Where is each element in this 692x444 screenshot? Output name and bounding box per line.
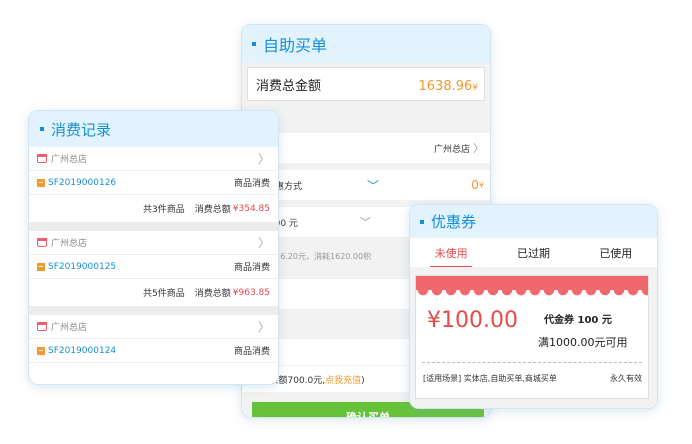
record-store-row[interactable]: 广州总店 〉: [29, 315, 278, 339]
store-icon: [37, 322, 47, 331]
store-value: 广州总店: [433, 144, 470, 155]
record-count: 共3件商品: [143, 205, 185, 215]
coupon-value: ¥100.00: [427, 308, 518, 333]
record-store-row[interactable]: 广州总店 〉: [29, 231, 278, 255]
order-icon: [37, 346, 45, 355]
header-bullet-icon: [420, 219, 424, 224]
discount-method-row[interactable]: 选择优惠方式 ﹀ 0¥: [242, 170, 490, 200]
record-total-label: 消费总额: [194, 289, 231, 299]
coupon-list: ¥100.00 代金券 100 元 满1000.00元可用 [适用场景] 实体店…: [410, 267, 657, 408]
record-type: 商品消费: [233, 263, 270, 273]
store-select-row[interactable]: 店 广州总店〉: [242, 133, 490, 163]
chevron-right-icon: 〉: [257, 152, 270, 166]
record-divider: [29, 222, 278, 231]
yen-sign: ¥: [472, 82, 478, 93]
record-type: 商品消费: [233, 179, 270, 189]
records-header: 消费记录: [29, 111, 278, 147]
record-divider: [29, 306, 278, 315]
coupon-item[interactable]: ¥100.00 代金券 100 元 满1000.00元可用 [适用场景] 实体店…: [415, 275, 649, 399]
total-amount-row: 消费总金额 1638.96¥: [247, 67, 485, 101]
record-store-name: 广州总店: [51, 323, 88, 333]
coupon-top-band: [416, 276, 648, 290]
total-amount-value-wrap: 1638.96¥: [419, 75, 479, 94]
coupon-tabs: 未使用 已过期 已使用: [410, 238, 657, 267]
record-item[interactable]: 广州总店 〉 SF2019000124 商品消费: [29, 315, 278, 363]
coupon-scallop-edge: [416, 290, 648, 298]
record-summary-row: 共5件商品 消费总额 ¥963.85: [29, 279, 278, 306]
tab-unused[interactable]: 未使用: [410, 238, 492, 267]
coupon-validity: 永久有效: [610, 374, 642, 383]
record-order-row: SF2019000125 商品消费: [29, 255, 278, 279]
records-title: 消费记录: [51, 120, 112, 139]
chevron-right-icon: 〉: [257, 236, 270, 250]
record-count: 共5件商品: [143, 289, 185, 299]
header-bullet-icon: [40, 127, 44, 131]
coupon-condition: 满1000.00元可用: [538, 336, 628, 349]
record-order-row: SF2019000124 商品消费: [29, 339, 278, 363]
chevron-right-icon: 〉: [257, 320, 270, 334]
chevron-right-icon: 〉: [473, 142, 484, 155]
store-icon: [37, 154, 47, 163]
record-item[interactable]: 广州总店 〉 SF2019000126 商品消费 共3件商品 消费总额 ¥354…: [29, 147, 278, 222]
coupons-header: 优惠券: [410, 205, 657, 238]
consumption-records-card: 消费记录 广州总店 〉 SF2019000126 商品消费 共3件商品 消费总额…: [28, 110, 279, 385]
self-pay-header: 自助买单: [242, 25, 490, 63]
discount-method-value: 0: [471, 178, 479, 192]
coupons-card: 优惠券 未使用 已过期 已使用 ¥100.00 代金券 100 元 满1000.…: [409, 204, 658, 409]
total-amount-value: 1638.96: [418, 78, 473, 94]
chevron-down-icon[interactable]: ﹀: [360, 214, 371, 230]
balance-text-end: ): [361, 375, 365, 386]
total-amount-label: 消费总金额: [256, 78, 322, 94]
coupon-divider: [422, 362, 642, 363]
record-amount: ¥963.85: [232, 287, 270, 298]
coupons-title: 优惠券: [431, 213, 477, 231]
chevron-down-icon[interactable]: ﹀: [367, 177, 379, 194]
record-order-no: SF2019000124: [48, 345, 117, 356]
order-icon: [37, 178, 45, 187]
recharge-link[interactable]: 点我充值: [325, 376, 361, 386]
record-store-name: 广州总店: [51, 239, 88, 249]
tab-expired[interactable]: 已过期: [492, 238, 574, 267]
coupon-scene: [适用场景] 实体店,自助买单,商城买单: [423, 374, 557, 383]
record-order-row: SF2019000126 商品消费: [29, 171, 278, 195]
record-order-no: SF2019000126: [48, 177, 117, 188]
header-bullet-icon: [252, 42, 256, 46]
record-amount: ¥354.85: [232, 203, 270, 214]
record-item[interactable]: 广州总店 〉 SF2019000125 商品消费 共5件商品 消费总额 ¥963…: [29, 231, 278, 306]
order-icon: [37, 262, 45, 271]
self-pay-title: 自助买单: [263, 36, 328, 55]
record-type: 商品消费: [233, 347, 270, 357]
record-summary-row: 共3件商品 消费总额 ¥354.85: [29, 195, 278, 222]
store-icon: [37, 238, 47, 247]
record-order-no: SF2019000125: [48, 261, 117, 272]
coupon-name: 代金券 100 元: [544, 315, 612, 326]
tab-used[interactable]: 已使用: [575, 238, 657, 267]
record-store-name: 广州总店: [51, 155, 88, 165]
record-store-row[interactable]: 广州总店 〉: [29, 147, 278, 171]
record-total-label: 消费总额: [194, 205, 231, 215]
yen-sign: ¥: [478, 180, 484, 190]
